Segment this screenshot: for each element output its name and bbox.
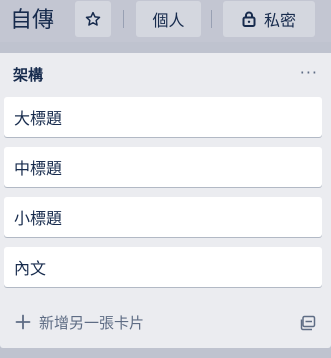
card-title: 內文 (14, 259, 47, 278)
board-visibility-button[interactable]: 私密 (223, 1, 315, 37)
star-board-button[interactable] (75, 1, 111, 37)
board-header: 自傳 個人 私密 (0, 0, 331, 42)
list-column: 架構 ··· 大標題 中標題 小標題 內文 新增另一張卡片 (0, 53, 331, 348)
card-title: 大標題 (14, 109, 63, 128)
card[interactable]: 中標題 (4, 147, 322, 187)
team-visibility-label: 個人 (152, 11, 185, 30)
board-visibility-label: 私密 (263, 11, 296, 30)
team-visibility-button[interactable]: 個人 (136, 1, 201, 37)
list-menu-button[interactable]: ··· (300, 63, 318, 83)
card[interactable]: 內文 (4, 247, 322, 287)
lock-icon (242, 11, 256, 27)
card[interactable]: 大標題 (4, 97, 322, 137)
card[interactable]: 小標題 (4, 197, 322, 237)
card-title: 小標題 (14, 209, 63, 228)
card-title: 中標題 (14, 159, 63, 178)
star-icon (85, 11, 101, 26)
header-divider (211, 10, 212, 28)
list-title[interactable]: 架構 (13, 64, 43, 86)
add-card-button[interactable]: 新增另一張卡片 (15, 307, 144, 337)
plus-icon (15, 314, 31, 330)
board-title[interactable]: 自傳 (10, 6, 54, 36)
header-divider (123, 10, 124, 28)
card-template-icon[interactable] (300, 315, 316, 331)
card-list: 大標題 中標題 小標題 內文 (4, 97, 322, 297)
add-card-label: 新增另一張卡片 (39, 313, 145, 332)
